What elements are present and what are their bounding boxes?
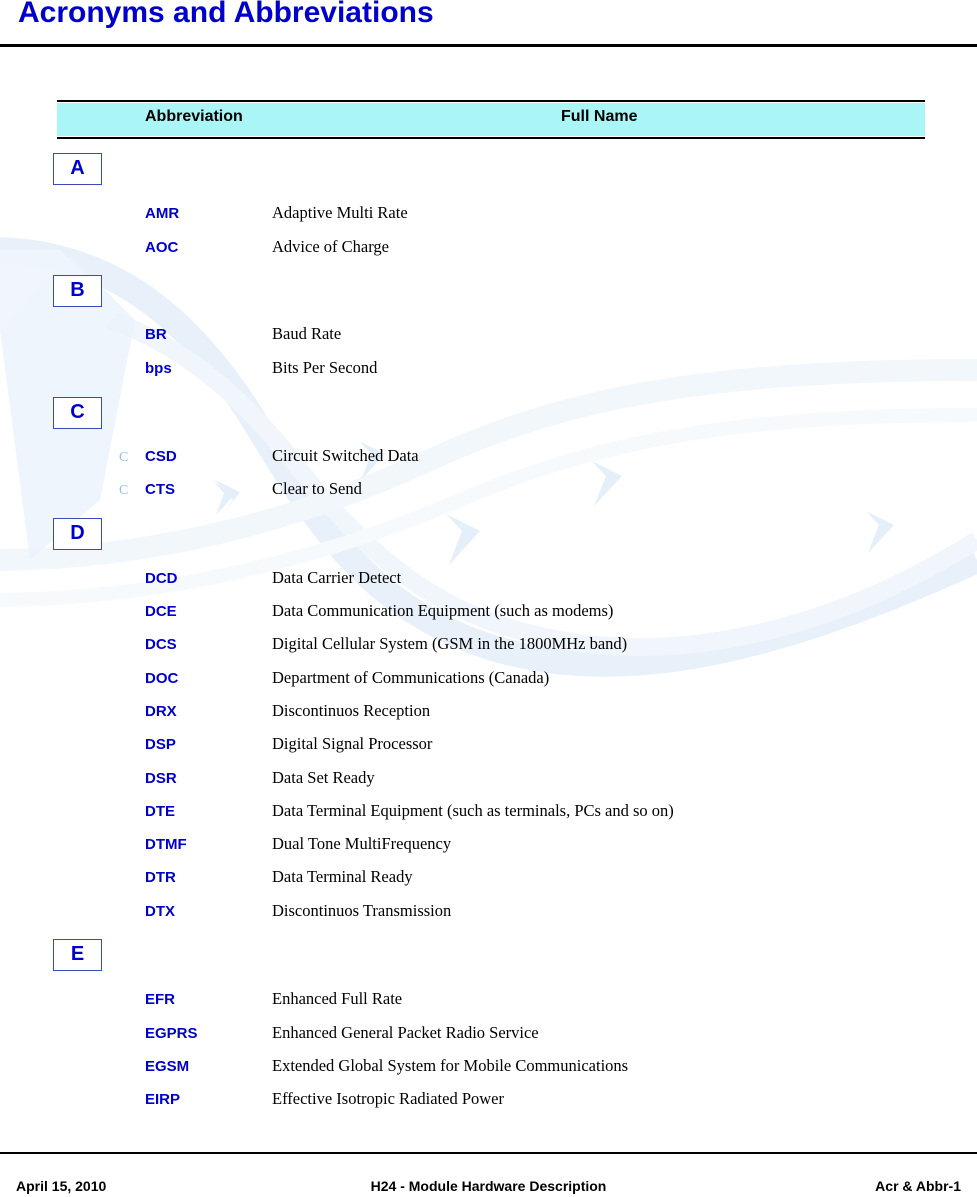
entry-abbreviation: EGPRS bbox=[145, 1025, 198, 1042]
letter-group-label: C bbox=[70, 401, 85, 423]
entry-abbreviation: DCD bbox=[145, 570, 178, 587]
entry-abbreviation: EGSM bbox=[145, 1058, 190, 1075]
entry-abbreviation: BR bbox=[145, 326, 167, 343]
table-top-rule bbox=[57, 100, 925, 102]
entry-full-name: Data Carrier Detect bbox=[272, 568, 402, 587]
letter-group-c: C bbox=[53, 397, 102, 429]
entry-abbreviation: DCE bbox=[145, 603, 177, 620]
entry-abbreviation: CSD bbox=[145, 448, 177, 465]
entry-full-name: Effective Isotropic Radiated Power bbox=[272, 1089, 504, 1108]
entry-full-name: Bits Per Second bbox=[272, 358, 378, 377]
entry-full-name: Adaptive Multi Rate bbox=[272, 203, 408, 222]
footer-divider bbox=[0, 1152, 977, 1154]
entry-full-name: Circuit Switched Data bbox=[272, 446, 419, 465]
entry-full-name: Data Terminal Ready bbox=[272, 867, 413, 886]
entry-abbreviation: DTX bbox=[145, 903, 175, 920]
entry-abbreviation: DSR bbox=[145, 770, 177, 787]
entry-full-name: Digital Cellular System (GSM in the 1800… bbox=[272, 634, 628, 653]
entry-abbreviation: EFR bbox=[145, 991, 175, 1008]
letter-group-a: A bbox=[53, 153, 102, 185]
entry-abbreviation: DTMF bbox=[145, 836, 187, 853]
entry-abbreviation: DRX bbox=[145, 703, 177, 720]
entry-full-name: Baud Rate bbox=[272, 324, 342, 343]
letter-group-label: B bbox=[70, 279, 85, 301]
entry-change-mark: C bbox=[119, 450, 129, 465]
page-title: Acronyms and Abbreviations bbox=[18, 0, 434, 29]
entry-abbreviation: DTR bbox=[145, 869, 176, 886]
entry-abbreviation: DOC bbox=[145, 670, 179, 687]
entry-abbreviation: AMR bbox=[145, 205, 180, 222]
letter-group-e: E bbox=[53, 939, 102, 971]
entry-full-name: Discontinuos Reception bbox=[272, 701, 431, 720]
document-page: Acronyms and Abbreviations Abbreviation … bbox=[0, 0, 977, 1197]
entry-abbreviation: DSP bbox=[145, 736, 176, 753]
column-header-full-name: Full Name bbox=[561, 108, 638, 125]
header-divider bbox=[0, 44, 977, 47]
entry-full-name: Dual Tone MultiFrequency bbox=[272, 834, 452, 853]
entry-full-name: Enhanced Full Rate bbox=[272, 989, 403, 1008]
entry-full-name: Enhanced General Packet Radio Service bbox=[272, 1023, 539, 1042]
entry-full-name: Data Terminal Equipment (such as termina… bbox=[272, 801, 674, 820]
entry-abbreviation: DCS bbox=[145, 636, 177, 653]
table-header-band-left bbox=[57, 103, 141, 136]
entry-abbreviation: CTS bbox=[145, 481, 175, 498]
entry-abbreviation: DTE bbox=[145, 803, 175, 820]
table-header-bottom-rule bbox=[57, 137, 925, 139]
column-header-abbreviation: Abbreviation bbox=[145, 108, 243, 125]
entry-full-name: Digital Signal Processor bbox=[272, 734, 433, 753]
entry-full-name: Data Communication Equipment (such as mo… bbox=[272, 601, 614, 620]
letter-group-label: E bbox=[70, 943, 85, 965]
entry-abbreviation: EIRP bbox=[145, 1091, 181, 1108]
entry-full-name: Discontinuos Transmission bbox=[272, 901, 452, 920]
decorative-swoosh-artwork bbox=[0, 237, 977, 677]
letter-group-label: A bbox=[70, 157, 85, 179]
entry-full-name: Advice of Charge bbox=[272, 237, 389, 256]
entry-full-name: Department of Communications (Canada) bbox=[272, 668, 550, 687]
entry-abbreviation: bps bbox=[145, 360, 172, 377]
letter-group-label: D bbox=[70, 522, 85, 544]
footer-document-name: H24 - Module Hardware Description bbox=[370, 1178, 607, 1194]
letter-group-d: D bbox=[53, 518, 102, 550]
entry-change-mark: C bbox=[119, 483, 129, 498]
footer-page-number: Acr & Abbr-1 bbox=[875, 1178, 961, 1194]
letter-group-b: B bbox=[53, 275, 102, 307]
entry-full-name: Data Set Ready bbox=[272, 768, 375, 787]
entry-full-name: Clear to Send bbox=[272, 479, 362, 498]
entry-full-name: Extended Global System for Mobile Commun… bbox=[272, 1056, 629, 1075]
entry-abbreviation: AOC bbox=[145, 239, 179, 256]
